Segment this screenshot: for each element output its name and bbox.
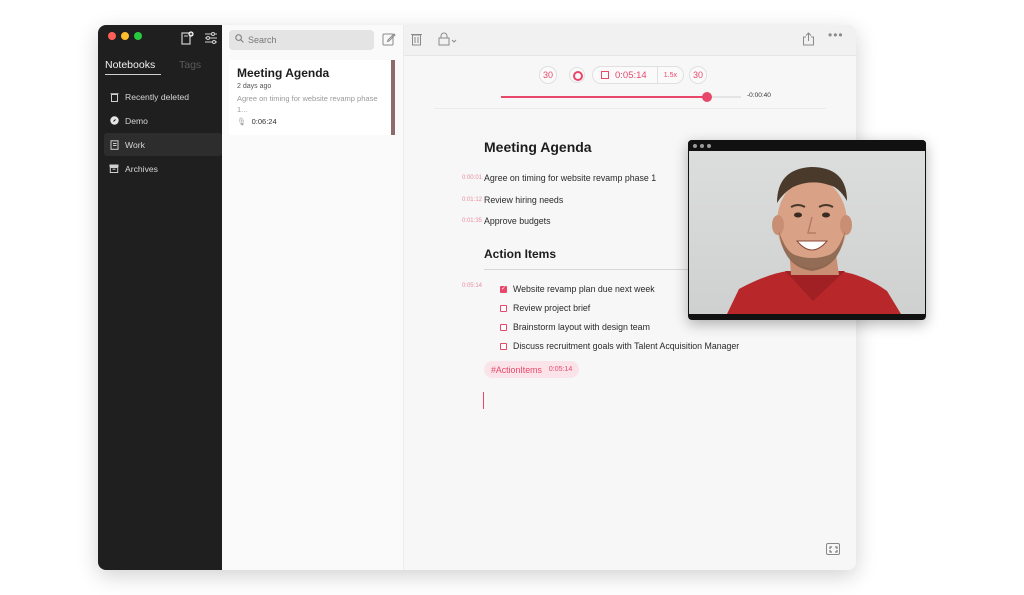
speed-button[interactable]: 1.5x: [656, 67, 683, 83]
task-text: Review project brief: [513, 303, 591, 313]
share-icon[interactable]: [802, 32, 815, 49]
section-timestamp[interactable]: 0:05:14: [444, 283, 482, 289]
note-card-duration-row: 🎙 0:06:24: [237, 117, 383, 126]
tab-tags[interactable]: Tags: [179, 59, 201, 71]
task-item: Discuss recruitment goals with Talent Ac…: [500, 341, 739, 351]
sidebar: Notebooks Tags Recently deleted Demo Wor…: [98, 25, 222, 570]
task-text: Brainstorm layout with design team: [513, 322, 650, 332]
expand-icon[interactable]: [826, 543, 840, 555]
section-divider: [484, 269, 690, 270]
task-text: Discuss recruitment goals with Talent Ac…: [513, 341, 740, 351]
more-options-icon[interactable]: •••: [828, 28, 844, 42]
task-item: Brainstorm layout with design team: [500, 322, 650, 332]
agenda-timestamp[interactable]: 0:00:01: [444, 173, 482, 183]
tag-timestamp: 0:05:14: [548, 366, 573, 373]
note-card-date: 2 days ago: [237, 83, 272, 90]
agenda-text: Review hiring needs: [484, 195, 564, 205]
current-time: 0:05:14: [615, 69, 647, 81]
compass-icon: [108, 116, 120, 125]
sidebar-item-demo[interactable]: Demo: [104, 109, 222, 132]
notebook-list: Recently deleted Demo Work Archives: [104, 85, 222, 181]
minimize-window-button[interactable]: [121, 32, 129, 40]
skip-forward-button[interactable]: 30: [689, 66, 707, 84]
agenda-timestamp[interactable]: 0:01:12: [444, 195, 482, 205]
compose-icon[interactable]: [382, 32, 396, 49]
playback-time-pill: 0:05:14 1.5x: [592, 66, 684, 84]
checkbox[interactable]: [500, 304, 507, 312]
text-cursor: [483, 392, 484, 409]
note-card-duration: 0:06:24: [251, 117, 277, 126]
agenda-text: Agree on timing for website revamp phase…: [484, 173, 657, 183]
video-feed: [689, 151, 925, 314]
sidebar-item-work[interactable]: Work: [104, 133, 222, 156]
task-item: ✓ Website revamp plan due next week: [500, 284, 655, 294]
skip-back-label: 30: [542, 70, 553, 80]
zoom-window-button[interactable]: [134, 32, 142, 40]
sidebar-toolbar: [180, 31, 218, 45]
video-titlebar: [688, 140, 926, 151]
agenda-item: 0:00:01 Agree on timing for website reva…: [444, 173, 656, 183]
video-call-window[interactable]: [688, 140, 926, 320]
tab-notebooks[interactable]: Notebooks: [105, 59, 161, 75]
note-list-pane: Search Meeting Agenda 2 days ago Agree o…: [222, 25, 404, 570]
agenda-text: Approve budgets: [484, 216, 551, 226]
trash-icon[interactable]: [410, 32, 423, 49]
checkbox-checked[interactable]: ✓: [500, 285, 507, 293]
note-card-title: Meeting Agenda: [237, 66, 330, 80]
video-close-dot[interactable]: [693, 143, 697, 148]
tag-label: #ActionItems: [491, 364, 542, 375]
archive-icon: [108, 164, 120, 173]
skip-forward-label: 30: [692, 70, 703, 80]
note-card[interactable]: Meeting Agenda 2 days ago Agree on timin…: [229, 60, 395, 135]
editor-toolbar: •••: [382, 25, 856, 56]
divider: [434, 108, 826, 109]
sidebar-item-label: Recently deleted: [125, 91, 190, 102]
sidebar-item-label: Archives: [125, 163, 158, 174]
sidebar-item-label: Demo: [125, 115, 148, 126]
filter-sliders-icon[interactable]: [204, 31, 218, 45]
task-text: Website revamp plan due next week: [513, 284, 655, 294]
agenda-timestamp[interactable]: 0:01:35: [444, 216, 482, 226]
trash-icon: [108, 92, 120, 102]
sidebar-item-archives[interactable]: Archives: [104, 157, 222, 180]
sidebar-item-label: Work: [125, 139, 145, 150]
playback-progress[interactable]: [501, 92, 741, 102]
search-input[interactable]: Search: [229, 30, 374, 50]
task-item: Review project brief: [500, 303, 590, 313]
new-notebook-icon[interactable]: [180, 31, 194, 45]
note-card-preview: Agree on timing for website revamp phase…: [237, 94, 378, 114]
sidebar-tabs: Notebooks Tags: [98, 57, 222, 77]
remaining-time: -0:00:40: [747, 92, 771, 99]
skip-back-button[interactable]: 30: [539, 66, 557, 84]
search-placeholder: Search: [248, 35, 277, 45]
progress-handle[interactable]: [702, 92, 713, 102]
sidebar-item-recently-deleted[interactable]: Recently deleted: [104, 85, 222, 108]
tag-pill[interactable]: #ActionItems 0:05:14: [484, 361, 580, 378]
record-button[interactable]: [569, 67, 585, 83]
person-video-image: [727, 167, 901, 314]
notebook-icon: [108, 139, 120, 150]
document-title: Meeting Agenda: [484, 139, 592, 155]
search-icon: [235, 34, 244, 46]
checkbox[interactable]: [500, 342, 507, 350]
video-zoom-dot[interactable]: [707, 143, 711, 148]
checkbox[interactable]: [500, 323, 507, 331]
microphone-icon: 🎙: [237, 117, 247, 126]
section-heading: Action Items: [484, 247, 557, 261]
window-controls: [108, 32, 142, 40]
progress-fill: [501, 96, 708, 98]
stop-icon[interactable]: [601, 71, 609, 79]
agenda-item: 0:01:12 Review hiring needs: [444, 195, 563, 205]
agenda-item: 0:01:35 Approve budgets: [444, 216, 551, 226]
lock-icon[interactable]: [438, 32, 460, 49]
video-minimize-dot[interactable]: [700, 143, 704, 148]
close-window-button[interactable]: [108, 32, 116, 40]
